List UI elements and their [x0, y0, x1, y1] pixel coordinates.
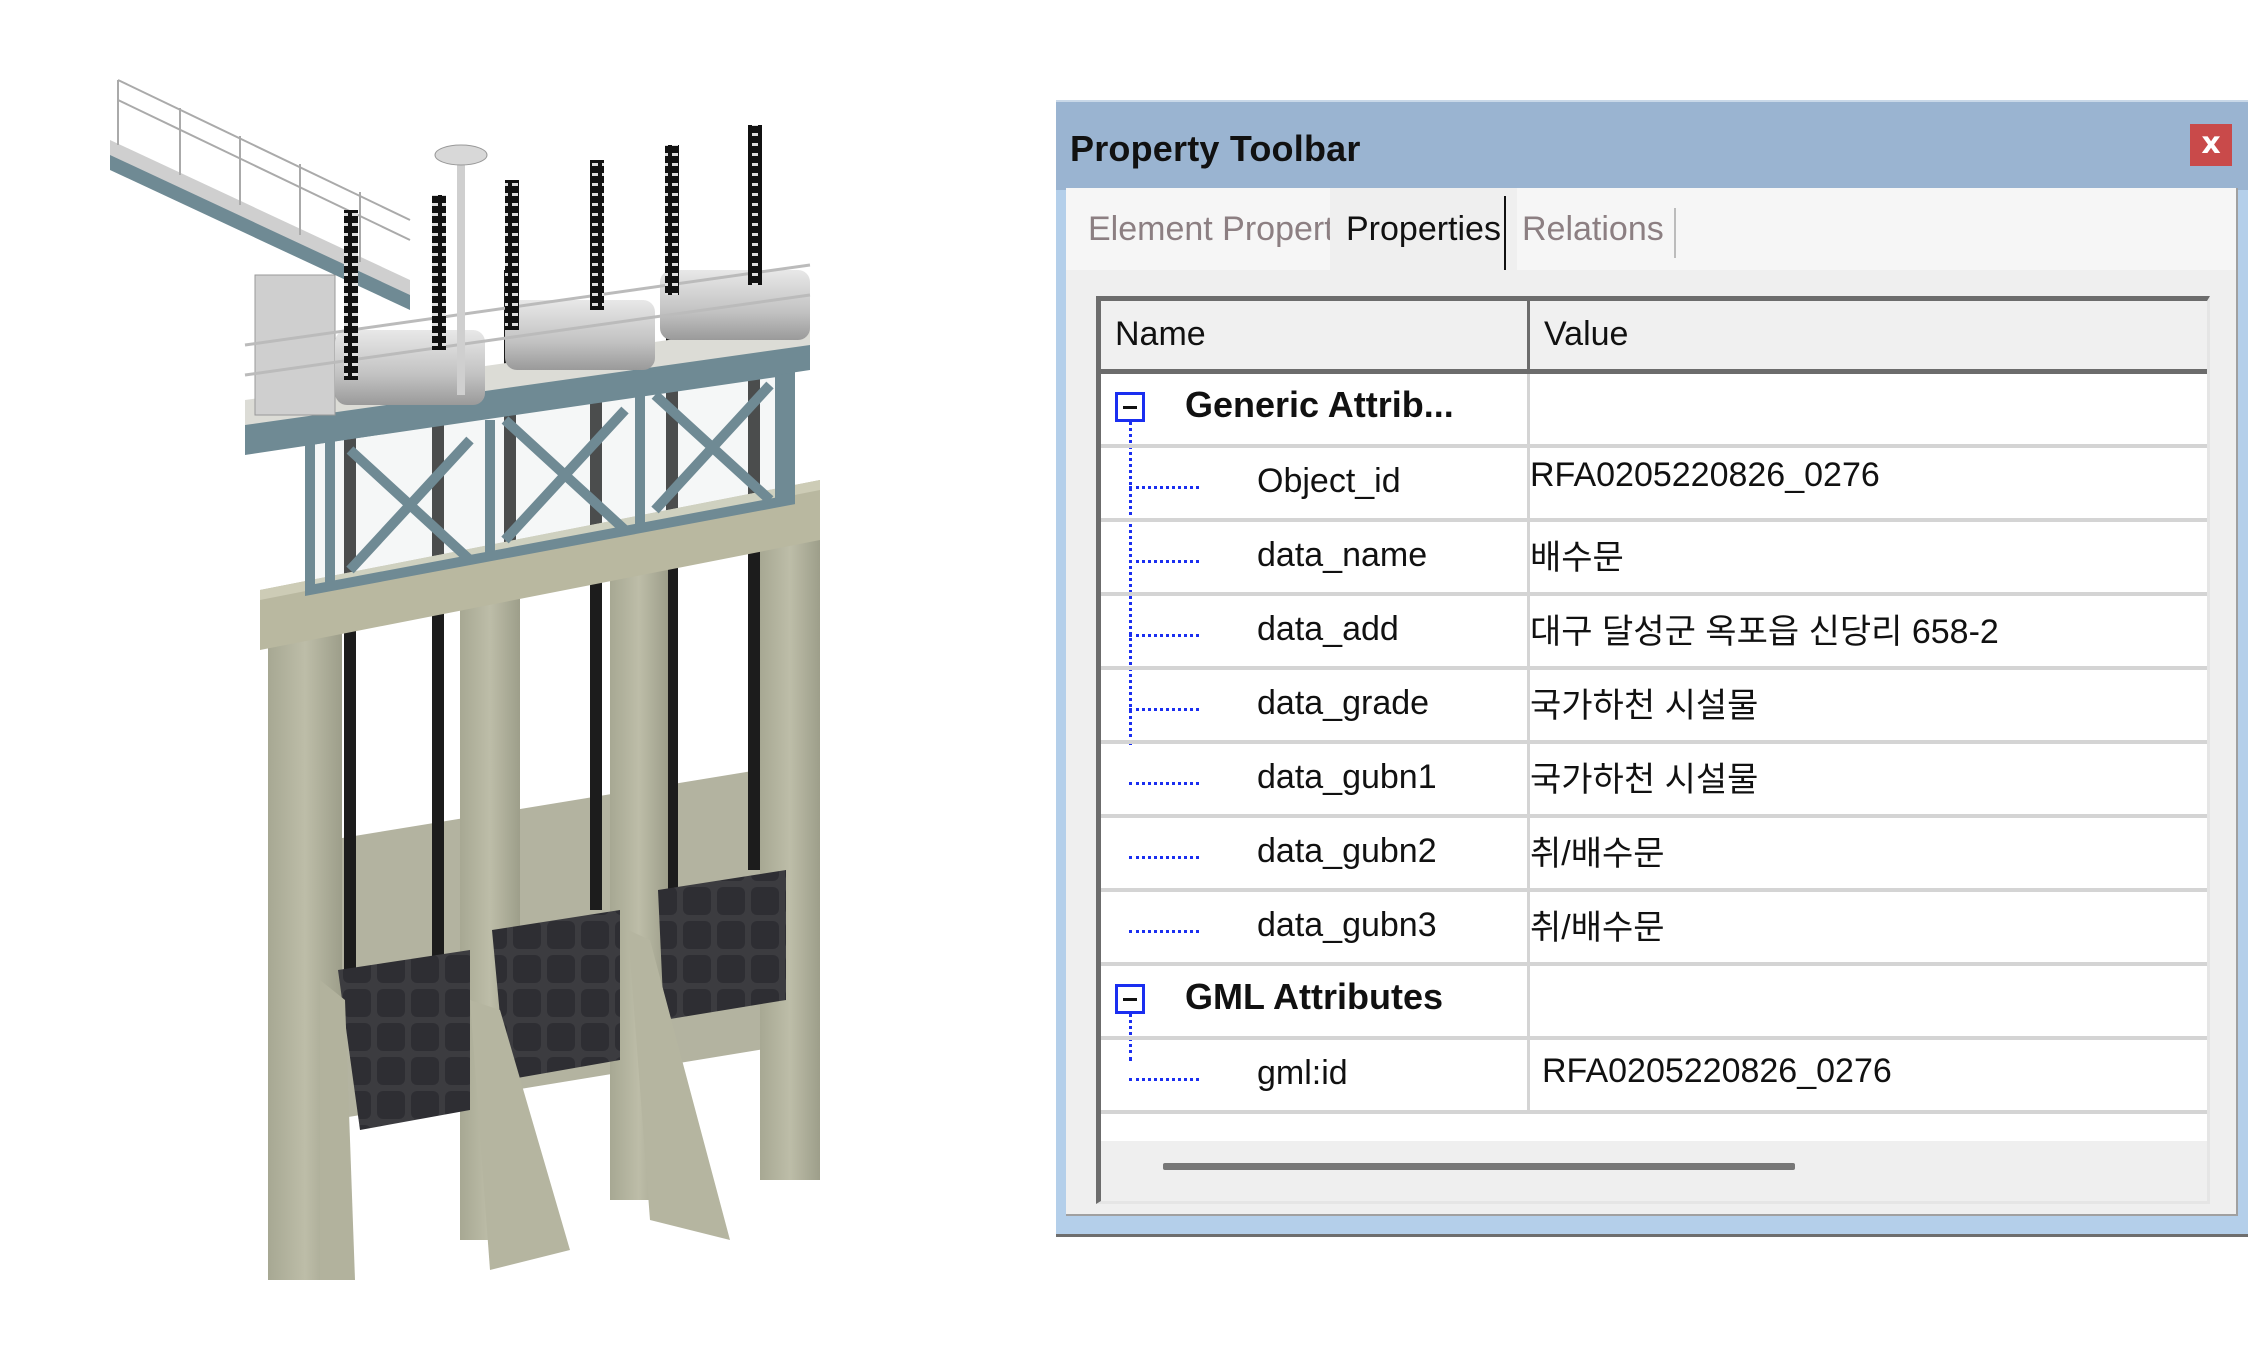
property-value: 대구 달성군 옥포읍 신당리 658-2	[1530, 613, 1999, 651]
property-value: 배수문	[1530, 539, 1624, 577]
tree-branch	[1129, 634, 1199, 637]
property-name: data_name	[1257, 536, 1428, 574]
table-row[interactable]: data_gubn2 취/배수문	[1101, 818, 2207, 892]
property-value: 취/배수문	[1530, 909, 1665, 947]
tree-branch	[1129, 930, 1199, 933]
tree-branch	[1129, 1078, 1199, 1081]
tree-branch	[1129, 486, 1199, 489]
tab-divider	[1674, 208, 1676, 258]
tree-branch	[1129, 782, 1199, 785]
property-value: RFA0205220826_0276	[1530, 456, 1880, 494]
property-name: data_grade	[1257, 684, 1430, 722]
table-row[interactable]: Object_id RFA0205220826_0276	[1101, 448, 2207, 522]
panel-body: Element Properties Properties Relations …	[1066, 188, 2238, 1216]
group-row-gml-attributes[interactable]: GML Attributes	[1101, 966, 2207, 1040]
table-row[interactable]: data_grade 국가하천 시설물	[1101, 670, 2207, 744]
table-row[interactable]: data_name 배수문	[1101, 522, 2207, 596]
scrollbar-thumb[interactable]	[1163, 1163, 1795, 1170]
property-value: RFA0205220826_0276	[1542, 1052, 1892, 1090]
column-header-name-label: Name	[1115, 315, 1206, 353]
table-row[interactable]: data_add 대구 달성군 옥포읍 신당리 658-2	[1101, 596, 2207, 670]
panel-title: Property Toolbar	[1070, 128, 1361, 169]
group-row-generic-attributes[interactable]: Generic Attrib...	[1101, 374, 2207, 448]
column-header-name[interactable]: Name	[1101, 301, 1530, 374]
property-name: Object_id	[1257, 462, 1401, 500]
3d-model-view[interactable]	[0, 0, 1000, 1348]
property-toolbar-panel: Property Toolbar x Element Properties Pr…	[1056, 100, 2248, 1234]
close-button[interactable]: x	[2190, 124, 2232, 166]
property-name: gml:id	[1257, 1054, 1348, 1092]
property-value: 취/배수문	[1530, 835, 1665, 873]
tab-bar: Element Properties Properties Relations	[1066, 188, 2236, 270]
close-icon: x	[2201, 126, 2221, 161]
horizontal-scrollbar[interactable]	[1101, 1141, 2207, 1201]
gate-1	[338, 950, 470, 1130]
property-name: data_gubn1	[1257, 758, 1437, 796]
tab-properties[interactable]: Properties	[1330, 188, 1517, 270]
property-name: data_gubn2	[1257, 832, 1437, 870]
property-value: 국가하천 시설물	[1530, 687, 1759, 725]
title-bar[interactable]: Property Toolbar x	[1056, 100, 2248, 190]
tree-branch	[1129, 708, 1199, 711]
table-row[interactable]: gml:id RFA0205220826_0276	[1101, 1040, 2207, 1114]
tree-branch	[1129, 856, 1199, 859]
column-header-value[interactable]: Value	[1530, 301, 2207, 374]
collapse-icon[interactable]	[1115, 984, 1145, 1014]
collapse-icon[interactable]	[1115, 392, 1145, 422]
group-label: GML Attributes	[1185, 976, 1443, 1017]
table-row[interactable]: data_gubn1 국가하천 시설물	[1101, 744, 2207, 818]
column-header-value-label: Value	[1544, 315, 1629, 353]
group-label: Generic Attrib...	[1185, 384, 1454, 425]
tree-branch	[1129, 560, 1199, 563]
property-grid: Name Value Generic Attrib... Object_id R…	[1096, 296, 2210, 1204]
property-name: data_add	[1257, 610, 1399, 648]
property-value: 국가하천 시설물	[1530, 761, 1759, 799]
table-row[interactable]: data_gubn3 취/배수문	[1101, 892, 2207, 966]
property-name: data_gubn3	[1257, 906, 1437, 944]
tab-relations[interactable]: Relations	[1506, 188, 1680, 270]
gate-3	[658, 870, 786, 1020]
